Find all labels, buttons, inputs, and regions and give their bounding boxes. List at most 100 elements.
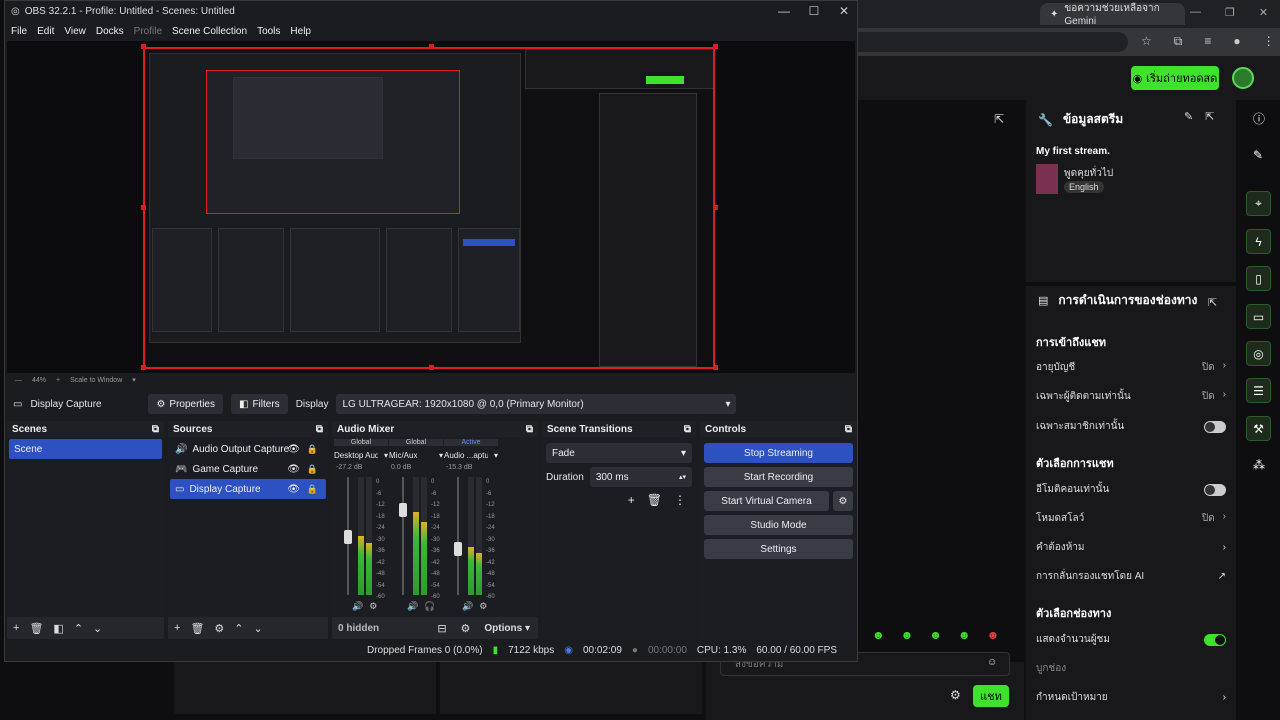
- dots-icon[interactable]: ⁂: [1253, 458, 1265, 472]
- broadcast-icon[interactable]: ◎: [1246, 341, 1271, 366]
- headphones-icon[interactable]: 🎧: [424, 601, 435, 612]
- filter-icon[interactable]: ◧: [53, 622, 63, 635]
- chat-icon[interactable]: ▭: [1246, 304, 1271, 329]
- wrench-icon[interactable]: ⚒: [1246, 416, 1271, 441]
- list-icon[interactable]: ☰: [1246, 378, 1271, 403]
- speaker-icon[interactable]: 🔊: [352, 601, 363, 612]
- transition-select[interactable]: Fade ▾: [546, 443, 692, 463]
- gear-icon[interactable]: ⚙: [369, 601, 377, 612]
- filters-button[interactable]: ◧ Filters: [231, 394, 288, 414]
- blocked-terms-row[interactable]: คำต้องห้าม ›: [1036, 540, 1226, 555]
- eye-icon[interactable]: 👁: [287, 464, 300, 475]
- language-tag[interactable]: English: [1064, 181, 1104, 193]
- studio-mode-button[interactable]: Studio Mode: [704, 515, 853, 535]
- address-bar[interactable]: [858, 32, 1128, 52]
- zoom-out-icon[interactable]: —: [15, 377, 22, 384]
- gear-icon[interactable]: ⚙: [461, 622, 471, 635]
- virtual-camera-settings-button[interactable]: ⚙: [833, 491, 853, 511]
- followers-only-row[interactable]: เฉพาะผู้ติดตามเท่านั้น ปิด ›: [1036, 389, 1226, 404]
- close-icon[interactable]: ✕: [829, 1, 859, 21]
- menu-profile[interactable]: Profile: [134, 26, 162, 37]
- browser-tab[interactable]: ✦ ขอความช่วยเหลือจาก Gemini: [1040, 3, 1185, 27]
- arrow-up-icon[interactable]: ⌃: [74, 622, 83, 635]
- close-icon[interactable]: ✕: [1259, 6, 1268, 19]
- undock-icon[interactable]: ⧉: [684, 424, 691, 435]
- stream-category[interactable]: พูดคุยทั่วไป: [1064, 166, 1113, 181]
- gear-icon[interactable]: ⚙: [214, 622, 224, 635]
- emote-icon[interactable]: ☻: [987, 628, 1000, 642]
- pencil-icon[interactable]: ✎: [1253, 148, 1263, 162]
- menu-scene-collection[interactable]: Scene Collection: [172, 26, 247, 37]
- bolt-icon[interactable]: ϟ: [1246, 229, 1271, 254]
- resize-handle[interactable]: [141, 365, 146, 370]
- media-icon[interactable]: ≡: [1204, 34, 1211, 49]
- set-goal-row[interactable]: กำหนดเป้าหมาย ›: [1036, 690, 1226, 705]
- chevron-down-icon[interactable]: ▾: [132, 376, 136, 384]
- arrow-down-icon[interactable]: ⌄: [254, 622, 263, 635]
- subs-only-toggle[interactable]: [1204, 420, 1226, 433]
- resize-handle[interactable]: [141, 44, 146, 49]
- source-item[interactable]: 🔊 Audio Output Capture 👁 🔒: [170, 439, 326, 459]
- speaker-icon[interactable]: 🔊: [407, 601, 418, 612]
- menu-view[interactable]: View: [64, 26, 86, 37]
- emote-icon[interactable]: ☻: [929, 628, 942, 642]
- info-icon[interactable]: ⓘ: [1253, 110, 1265, 127]
- volume-fader-knob[interactable]: [399, 502, 407, 517]
- minimize-icon[interactable]: —: [769, 1, 799, 21]
- restore-icon[interactable]: ❐: [1225, 6, 1235, 19]
- volume-fader-knob[interactable]: [454, 541, 462, 556]
- emote-only-toggle[interactable]: [1204, 483, 1226, 496]
- options-button[interactable]: Options ▾: [484, 623, 530, 634]
- layout-icon[interactable]: ⊟: [437, 622, 446, 635]
- menu-icon[interactable]: ⋮: [1263, 34, 1275, 49]
- trash-icon[interactable]: 🗑: [190, 622, 204, 635]
- resize-handle[interactable]: [713, 44, 718, 49]
- menu-docks[interactable]: Docks: [96, 26, 124, 37]
- arrow-up-icon[interactable]: ⌃: [234, 622, 243, 635]
- profile-icon[interactable]: ●: [1233, 34, 1240, 49]
- chat-send-button[interactable]: แชท: [973, 685, 1009, 707]
- go-live-button[interactable]: ◉ เริ่มถ่ายทอดสด: [1131, 66, 1219, 90]
- start-recording-button[interactable]: Start Recording: [704, 467, 853, 487]
- add-icon[interactable]: +: [13, 622, 19, 634]
- menu-help[interactable]: Help: [290, 26, 311, 37]
- emote-icon[interactable]: ☻: [958, 628, 971, 642]
- scene-item[interactable]: Scene: [9, 439, 162, 459]
- lock-icon[interactable]: 🔒: [307, 484, 318, 495]
- resize-handle[interactable]: [429, 365, 434, 370]
- popout-icon[interactable]: ⇱: [1205, 110, 1214, 123]
- gear-icon[interactable]: ⚙: [950, 688, 961, 702]
- menu-tools[interactable]: Tools: [257, 26, 280, 37]
- popout-icon[interactable]: ⇱: [1208, 296, 1217, 309]
- undock-icon[interactable]: ⧉: [152, 424, 159, 435]
- lock-icon[interactable]: 🔒: [307, 464, 318, 475]
- maximize-icon[interactable]: ☐: [799, 1, 829, 21]
- arrow-down-icon[interactable]: ⌄: [93, 622, 102, 635]
- channel-name-select[interactable]: Audio ...apture ▾: [444, 451, 498, 460]
- channel-name-select[interactable]: Desktop Audio ▾: [334, 451, 388, 460]
- volume-fader[interactable]: [402, 477, 404, 595]
- slow-mode-row[interactable]: โหมดสโลว์ ปิด ›: [1036, 511, 1226, 526]
- gear-icon[interactable]: ⚙: [479, 601, 487, 612]
- avatar[interactable]: [1232, 67, 1254, 89]
- extensions-icon[interactable]: ⧉: [1174, 34, 1183, 49]
- popout-icon[interactable]: ⇱: [994, 112, 1004, 126]
- scale-mode[interactable]: Scale to Window: [70, 377, 122, 384]
- add-icon[interactable]: +: [174, 622, 180, 634]
- more-icon[interactable]: ⋮: [674, 493, 686, 507]
- resize-handle[interactable]: [713, 205, 718, 210]
- lock-icon[interactable]: 🔒: [307, 444, 318, 455]
- duration-spinbox[interactable]: 300 ms ▴▾: [589, 467, 692, 487]
- star-icon[interactable]: ☆: [1141, 34, 1152, 49]
- account-age-row[interactable]: อายุบัญชี ปิด ›: [1036, 360, 1226, 375]
- zoom-in-icon[interactable]: +: [56, 377, 60, 384]
- eye-icon[interactable]: 👁: [287, 484, 300, 495]
- start-virtual-camera-button[interactable]: Start Virtual Camera: [704, 491, 829, 511]
- trash-icon[interactable]: 🗑: [647, 493, 662, 507]
- undock-icon[interactable]: ⧉: [316, 424, 323, 435]
- source-item[interactable]: 🎮 Game Capture 👁 🔒: [170, 459, 326, 479]
- source-item[interactable]: ▭ Display Capture 👁 🔒: [170, 479, 326, 499]
- resize-handle[interactable]: [713, 365, 718, 370]
- minimize-icon[interactable]: —: [1190, 6, 1201, 19]
- capture-icon[interactable]: ⌖: [1246, 191, 1271, 216]
